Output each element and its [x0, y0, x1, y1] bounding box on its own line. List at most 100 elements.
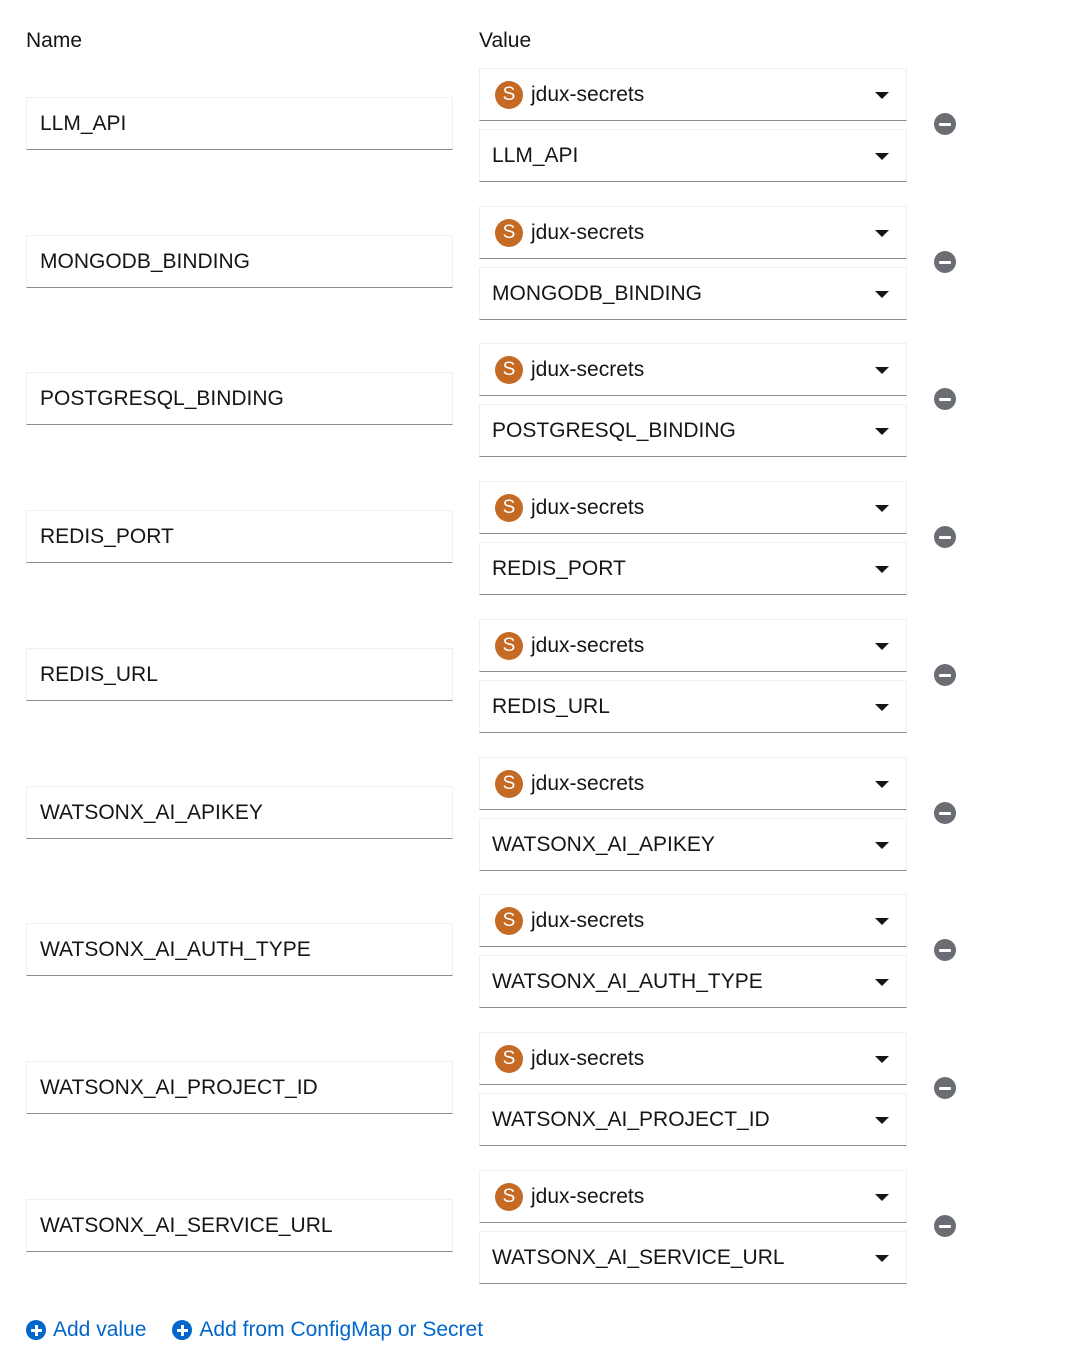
key-select[interactable]: POSTGRESQL_BINDING [479, 404, 907, 457]
key-select[interactable]: MONGODB_BINDING [479, 267, 907, 320]
remove-row-icon[interactable] [934, 526, 956, 548]
remove-row-icon[interactable] [934, 388, 956, 410]
caret-down-icon [875, 841, 889, 849]
secret-badge-icon: S [495, 218, 523, 247]
key-select-value: REDIS_PORT [492, 556, 626, 580]
env-name-value: REDIS_PORT [40, 524, 174, 548]
caret-down-icon [875, 91, 889, 99]
env-name-input[interactable]: WATSONX_AI_SERVICE_URL [26, 1199, 453, 1252]
resource-select[interactable]: Sjdux-secrets [479, 757, 907, 810]
caret-down-icon [875, 290, 889, 298]
resource-select[interactable]: Sjdux-secrets [479, 1170, 907, 1223]
env-name-input[interactable]: REDIS_PORT [26, 510, 453, 563]
remove-row-icon[interactable] [934, 113, 956, 135]
resource-select-value: jdux-secrets [531, 908, 645, 932]
key-select-value: MONGODB_BINDING [492, 281, 703, 305]
key-select[interactable]: LLM_API [479, 129, 907, 182]
remove-row-icon[interactable] [934, 802, 956, 824]
env-name-value: MONGODB_BINDING [40, 249, 251, 273]
caret-down-icon [875, 565, 889, 573]
caret-down-icon [875, 978, 889, 986]
env-name-input[interactable]: LLM_API [26, 97, 453, 150]
key-select-value: WATSONX_AI_APIKEY [492, 832, 715, 856]
key-select-value: REDIS_URL [492, 694, 610, 718]
name-column-header: Name [26, 29, 83, 52]
key-select[interactable]: WATSONX_AI_SERVICE_URL [479, 1231, 907, 1284]
add-value-button[interactable]: Add value [26, 1318, 146, 1342]
resource-select[interactable]: Sjdux-secrets [479, 343, 907, 396]
value-column-header: Value [479, 29, 532, 52]
env-var-row: REDIS_PORT Sjdux-secrets REDIS_PORT [0, 481, 1086, 595]
caret-down-icon [875, 1055, 889, 1063]
resource-select-value: jdux-secrets [531, 1046, 645, 1070]
key-select-value: LLM_API [492, 143, 579, 167]
resource-select[interactable]: Sjdux-secrets [479, 894, 907, 947]
secret-badge-icon: S [495, 1044, 523, 1073]
env-name-value: WATSONX_AI_SERVICE_URL [40, 1213, 333, 1237]
resource-select-value: jdux-secrets [531, 771, 645, 795]
secret-badge-icon: S [495, 80, 523, 109]
secret-badge-icon: S [495, 631, 523, 660]
env-name-input[interactable]: MONGODB_BINDING [26, 235, 453, 288]
caret-down-icon [875, 1254, 889, 1262]
resource-select[interactable]: Sjdux-secrets [479, 1032, 907, 1085]
add-from-configmap-or-secret-label: Add from ConfigMap or Secret [199, 1318, 484, 1341]
caret-down-icon [875, 917, 889, 925]
env-name-value: WATSONX_AI_PROJECT_ID [40, 1075, 318, 1099]
remove-row-icon[interactable] [934, 939, 956, 961]
secret-badge-icon: S [495, 493, 523, 522]
env-name-input[interactable]: WATSONX_AI_PROJECT_ID [26, 1061, 453, 1114]
secret-badge-icon: S [495, 1182, 523, 1211]
key-select[interactable]: WATSONX_AI_AUTH_TYPE [479, 955, 907, 1008]
env-var-row: WATSONX_AI_PROJECT_ID Sjdux-secrets WATSON… [0, 1032, 1086, 1146]
caret-down-icon [875, 1193, 889, 1201]
caret-down-icon [875, 642, 889, 650]
env-name-input[interactable]: WATSONX_AI_APIKEY [26, 786, 453, 839]
env-name-input[interactable]: WATSONX_AI_AUTH_TYPE [26, 923, 453, 976]
env-var-row: POSTGRESQL_BINDING Sjdux-secrets POSTGRESQ… [0, 343, 1086, 457]
env-var-row: LLM_API Sjdux-secrets LLM_API [0, 68, 1086, 182]
remove-row-icon[interactable] [934, 1077, 956, 1099]
env-var-row: WATSONX_AI_APIKEY Sjdux-secrets WATSONX_AI… [0, 757, 1086, 871]
add-value-label: Add value [53, 1318, 147, 1341]
key-select[interactable]: WATSONX_AI_PROJECT_ID [479, 1093, 907, 1146]
env-var-row: WATSONX_AI_SERVICE_URL Sjdux-secrets WATSO… [0, 1170, 1086, 1284]
add-from-configmap-or-secret-button[interactable]: Add from ConfigMap or Secret [172, 1318, 483, 1342]
env-name-input[interactable]: REDIS_URL [26, 648, 453, 701]
remove-row-icon[interactable] [934, 1215, 956, 1237]
key-select[interactable]: WATSONX_AI_APIKEY [479, 818, 907, 871]
secret-badge-icon: S [495, 906, 523, 935]
env-var-row: REDIS_URL Sjdux-secrets REDIS_URL [0, 619, 1086, 733]
resource-select[interactable]: Sjdux-secrets [479, 481, 907, 534]
resource-select-value: jdux-secrets [531, 82, 645, 106]
key-select[interactable]: REDIS_URL [479, 680, 907, 733]
resource-select[interactable]: Sjdux-secrets [479, 206, 907, 259]
caret-down-icon [875, 703, 889, 711]
env-name-value: REDIS_URL [40, 662, 158, 686]
resource-select-value: jdux-secrets [531, 357, 645, 381]
caret-down-icon [875, 152, 889, 160]
resource-select-value: jdux-secrets [531, 495, 645, 519]
env-var-row: WATSONX_AI_AUTH_TYPE Sjdux-secrets WATSONX… [0, 894, 1086, 1008]
key-select-value: POSTGRESQL_BINDING [492, 418, 736, 442]
remove-row-icon[interactable] [934, 664, 956, 686]
env-var-row: MONGODB_BINDING Sjdux-secrets MONGODB_BIND… [0, 206, 1086, 320]
env-name-value: POSTGRESQL_BINDING [40, 386, 284, 410]
env-name-value: WATSONX_AI_APIKEY [40, 800, 263, 824]
caret-down-icon [875, 229, 889, 237]
remove-row-icon[interactable] [934, 251, 956, 273]
resource-select-value: jdux-secrets [531, 633, 645, 657]
resource-select-value: jdux-secrets [531, 220, 645, 244]
resource-select[interactable]: Sjdux-secrets [479, 619, 907, 672]
key-select[interactable]: REDIS_PORT [479, 542, 907, 595]
env-name-input[interactable]: POSTGRESQL_BINDING [26, 372, 453, 425]
secret-badge-icon: S [495, 769, 523, 798]
env-name-value: LLM_API [40, 111, 127, 135]
resource-select-value: jdux-secrets [531, 1184, 645, 1208]
caret-down-icon [875, 366, 889, 374]
list-actions: Add value Add from ConfigMap or Secret [26, 1318, 483, 1342]
caret-down-icon [875, 427, 889, 435]
resource-select[interactable]: Sjdux-secrets [479, 68, 907, 121]
key-select-value: WATSONX_AI_AUTH_TYPE [492, 969, 763, 993]
key-select-value: WATSONX_AI_SERVICE_URL [492, 1245, 785, 1269]
